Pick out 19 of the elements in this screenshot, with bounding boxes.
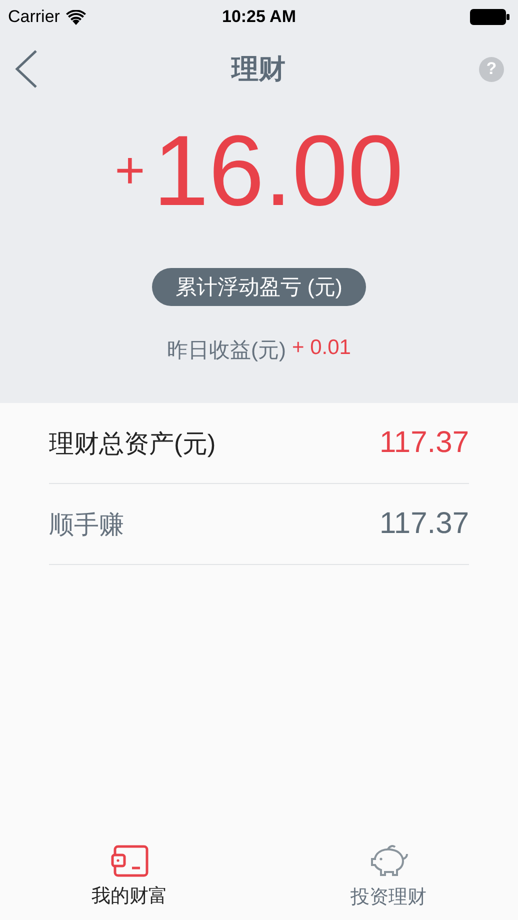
yesterday-label: 昨日收益(元) (167, 338, 286, 364)
back-icon[interactable] (14, 49, 38, 89)
piggy-bank-icon (368, 844, 408, 878)
wallet-icon (110, 845, 148, 877)
amount-sign: + (114, 141, 146, 201)
profit-amount: 16.00 (153, 116, 404, 226)
asset-value: 117.37 (379, 507, 469, 541)
asset-value: 117.37 (379, 426, 469, 460)
battery-icon (470, 9, 510, 25)
carrier-label: Carrier (8, 7, 60, 27)
profit-label: 累计浮动盈亏 (元) (152, 268, 366, 306)
wifi-icon (66, 10, 86, 24)
tab-item[interactable]: 投资理财 (259, 834, 518, 920)
yesterday-value: + 0.01 (292, 336, 351, 361)
clock-time: 10:25 AM (222, 7, 296, 27)
asset-label: 理财总资产(元) (49, 428, 216, 460)
tab-item[interactable]: 我的财富 (0, 834, 259, 920)
asset-label: 顺手赚 (49, 510, 124, 540)
page-title: 理财 (232, 53, 286, 86)
